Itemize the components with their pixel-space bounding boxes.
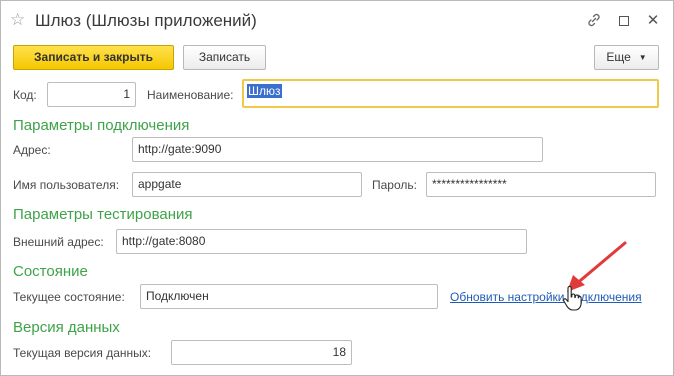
form-window: ☆ Шлюз (Шлюзы приложений) ✕ Записать и з…	[0, 0, 674, 376]
external-address-field[interactable]: http://gate:8080	[116, 229, 527, 254]
name-field[interactable]: Шлюз	[242, 79, 659, 108]
save-and-close-button[interactable]: Записать и закрыть	[13, 45, 174, 70]
current-version-field[interactable]: 18	[171, 340, 352, 365]
hand-cursor-icon	[563, 286, 582, 311]
save-button[interactable]: Записать	[183, 45, 266, 70]
name-label: Наименование:	[147, 88, 234, 102]
chevron-down-icon: ▼	[638, 53, 647, 63]
code-field[interactable]: 1	[47, 82, 136, 107]
connection-section-title: Параметры подключения	[13, 117, 190, 134]
address-label: Адрес:	[13, 143, 51, 157]
data-version-section-title: Версия данных	[13, 319, 120, 336]
username-field[interactable]: appgate	[132, 172, 362, 197]
password-field[interactable]: ****************	[426, 172, 656, 197]
current-state-label: Текущее состояние:	[13, 290, 125, 304]
address-field[interactable]: http://gate:9090	[132, 137, 543, 162]
close-icon[interactable]: ✕	[644, 12, 662, 30]
favorite-star-icon[interactable]: ☆	[10, 10, 25, 30]
current-version-label: Текущая версия данных:	[13, 346, 152, 360]
external-address-label: Внешний адрес:	[13, 235, 104, 249]
username-label: Имя пользователя:	[13, 178, 120, 192]
state-section-title: Состояние	[13, 263, 88, 280]
more-button-label: Еще	[606, 50, 631, 64]
password-label: Пароль:	[372, 178, 417, 192]
code-label: Код:	[13, 88, 37, 102]
more-button[interactable]: Еще ▼	[594, 45, 659, 70]
title-bar: ☆ Шлюз (Шлюзы приложений) ✕	[1, 1, 673, 41]
link-icon[interactable]	[585, 12, 603, 30]
name-field-value: Шлюз	[247, 84, 282, 98]
current-state-field[interactable]: Подключен	[140, 284, 438, 309]
maximize-icon[interactable]	[615, 12, 633, 30]
window-title: Шлюз (Шлюзы приложений)	[35, 11, 257, 30]
testing-section-title: Параметры тестирования	[13, 206, 193, 223]
